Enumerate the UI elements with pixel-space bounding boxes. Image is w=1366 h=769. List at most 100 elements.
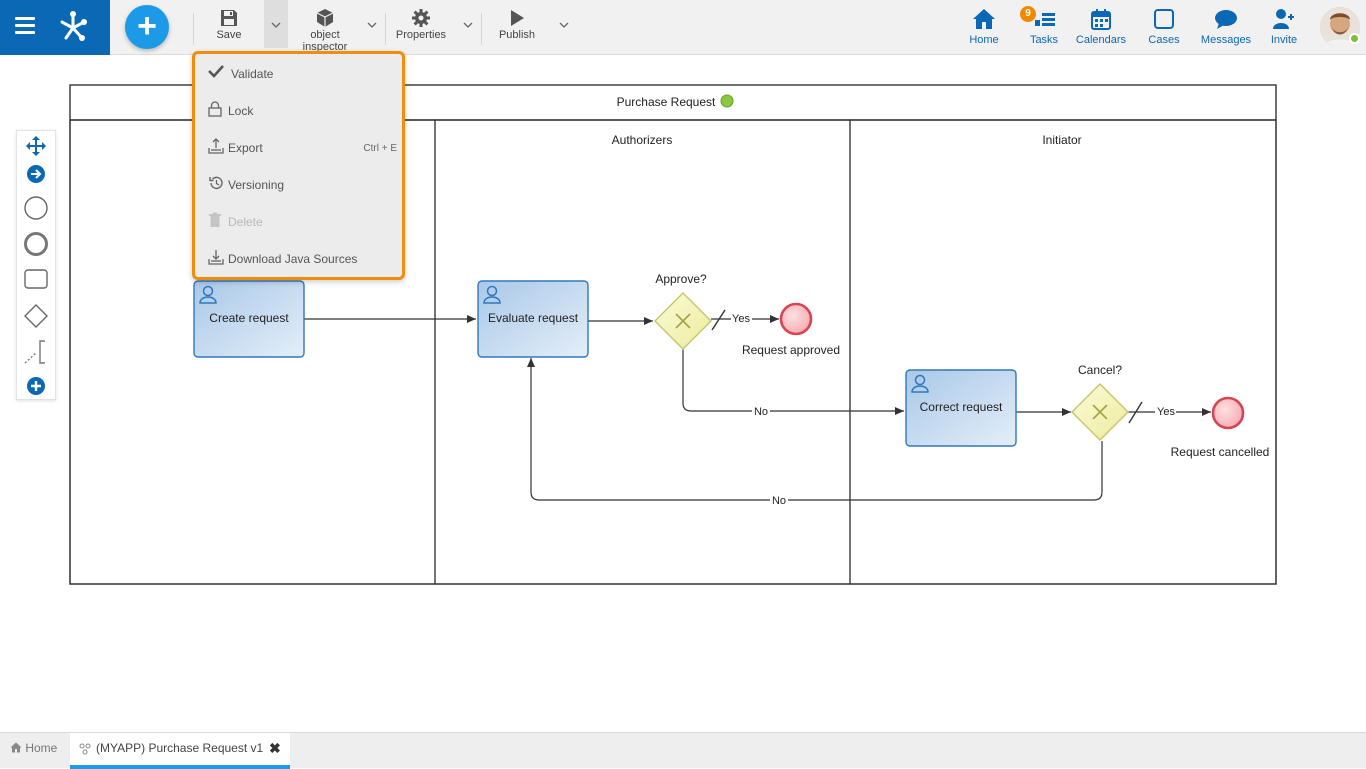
menu-item-download-java-sources[interactable]: Download Java Sources bbox=[205, 246, 397, 272]
tasks-count-badge: 9 bbox=[1020, 6, 1036, 22]
save-label: Save bbox=[216, 29, 242, 41]
properties-label: Properties bbox=[395, 29, 447, 41]
save-button[interactable]: Save bbox=[210, 8, 248, 41]
object-inspector-dropdown-toggle[interactable] bbox=[360, 0, 384, 48]
menu-item-label: Versioning bbox=[228, 178, 285, 192]
lane-initiator[interactable]: Initiator bbox=[849, 119, 1277, 585]
history-icon bbox=[209, 176, 223, 190]
add-user-icon bbox=[1273, 9, 1294, 29]
lock-icon bbox=[208, 101, 222, 117]
chevron-down-icon bbox=[271, 22, 281, 28]
close-tab-icon[interactable]: ✖ bbox=[269, 740, 281, 757]
tab-title: (MYAPP) Purchase Request v1 bbox=[96, 741, 264, 755]
nav-cases-label: Cases bbox=[1148, 34, 1180, 46]
nav-tasks[interactable]: 9 Tasks bbox=[1020, 6, 1064, 46]
menu-item-label: Validate bbox=[231, 67, 274, 81]
flow-no-label: No bbox=[754, 406, 768, 418]
document-tab-bar: Home (MYAPP) Purchase Request v1 ✖ bbox=[0, 732, 1366, 769]
menu-item-validate[interactable]: Validate bbox=[205, 61, 397, 87]
menu-item-label: Download Java Sources bbox=[228, 252, 358, 266]
task-correct-request[interactable]: Correct request bbox=[905, 369, 1017, 447]
nav-messages[interactable]: Messages bbox=[1198, 8, 1254, 46]
properties-dropdown-toggle[interactable] bbox=[456, 0, 480, 48]
toolbar-divider bbox=[193, 13, 194, 45]
publish-label: Publish bbox=[498, 29, 536, 41]
pool-title: Purchase Request bbox=[617, 95, 716, 109]
create-new-button[interactable]: + bbox=[125, 5, 169, 49]
brand-area bbox=[0, 0, 110, 55]
lane-authorizers-label: Authorizers bbox=[612, 133, 673, 147]
task-label: Create request bbox=[209, 311, 289, 325]
menu-item-label: Export bbox=[228, 141, 263, 155]
publish-dropdown-toggle[interactable] bbox=[552, 0, 576, 48]
menu-item-export[interactable]: Export Ctrl + E bbox=[205, 135, 397, 161]
top-toolbar: + Save object inspector Properties Publi bbox=[0, 0, 1366, 55]
export-icon bbox=[208, 138, 224, 154]
nav-calendars-label: Calendars bbox=[1075, 34, 1127, 46]
chevron-down-icon bbox=[367, 22, 377, 28]
object-inspector-label-line1: object bbox=[310, 29, 340, 41]
nav-tasks-label: Tasks bbox=[1029, 34, 1059, 46]
process-icon bbox=[79, 743, 91, 755]
trash-icon bbox=[209, 212, 221, 227]
tab-home[interactable]: Home bbox=[10, 741, 57, 755]
nav-invite[interactable]: Invite bbox=[1264, 8, 1304, 46]
home-icon bbox=[10, 742, 22, 753]
task-evaluate-request[interactable]: Evaluate request bbox=[477, 280, 589, 358]
task-label: Evaluate request bbox=[488, 311, 579, 325]
pool-status-dot bbox=[720, 94, 734, 108]
calendar-icon bbox=[1091, 9, 1111, 30]
cube-icon bbox=[316, 9, 334, 27]
hamburger-menu-icon[interactable] bbox=[15, 17, 35, 35]
online-status-dot bbox=[1349, 33, 1360, 44]
end-event-request-approved[interactable]: Request approved bbox=[742, 302, 840, 357]
tab-purchase-request[interactable]: (MYAPP) Purchase Request v1 ✖ bbox=[70, 733, 290, 769]
flow-approve-yes[interactable]: Yes bbox=[711, 309, 779, 331]
properties-button[interactable]: Properties bbox=[393, 8, 449, 41]
flow-approve-no[interactable]: No bbox=[682, 349, 904, 418]
task-create-request[interactable]: Create request bbox=[193, 280, 305, 358]
flow-cancel-yes[interactable]: Yes bbox=[1128, 401, 1211, 424]
lane-initiator-label: Initiator bbox=[1042, 133, 1081, 147]
nav-invite-label: Invite bbox=[1270, 34, 1298, 46]
flow-yes-label: Yes bbox=[732, 313, 750, 325]
menu-item-versioning[interactable]: Versioning bbox=[205, 172, 397, 198]
nav-cases[interactable]: Cases bbox=[1144, 8, 1184, 46]
gateway-label: Approve? bbox=[655, 272, 707, 286]
nav-home-label: Home bbox=[969, 34, 999, 46]
download-icon bbox=[208, 250, 224, 265]
cases-icon bbox=[1154, 9, 1174, 29]
home-icon bbox=[973, 9, 995, 29]
toolbar-divider bbox=[385, 13, 386, 45]
flow-yes-label: Yes bbox=[1157, 406, 1175, 418]
chevron-down-icon bbox=[463, 22, 473, 28]
toolbar-divider bbox=[481, 13, 482, 45]
menu-item-delete[interactable]: Delete bbox=[205, 209, 397, 235]
gear-icon bbox=[412, 9, 430, 27]
tab-home-label: Home bbox=[25, 741, 58, 755]
task-label: Correct request bbox=[920, 400, 1003, 414]
nav-messages-label: Messages bbox=[1200, 34, 1252, 46]
save-icon bbox=[221, 10, 237, 26]
publish-button[interactable]: Publish bbox=[493, 8, 541, 41]
menu-item-label: Lock bbox=[228, 104, 254, 118]
gateway-label: Cancel? bbox=[1078, 363, 1122, 377]
object-inspector-button[interactable]: object inspector bbox=[300, 8, 350, 53]
gateway-approve[interactable]: Approve? bbox=[654, 272, 712, 350]
menu-item-label: Delete bbox=[228, 215, 263, 229]
nav-calendars[interactable]: Calendars bbox=[1074, 8, 1128, 46]
flow-no-label: No bbox=[772, 495, 786, 507]
chevron-down-icon bbox=[559, 22, 569, 28]
event-label: Request cancelled bbox=[1171, 445, 1270, 459]
nav-home[interactable]: Home bbox=[964, 8, 1004, 46]
save-options-menu: Validate Lock Export Ctrl + E Versioning… bbox=[192, 51, 405, 280]
gateway-cancel[interactable]: Cancel? bbox=[1071, 363, 1129, 441]
app-logo-icon[interactable] bbox=[56, 10, 90, 42]
event-label: Request approved bbox=[742, 343, 840, 357]
play-icon bbox=[511, 10, 524, 26]
save-dropdown-toggle[interactable] bbox=[264, 0, 288, 48]
check-icon bbox=[208, 65, 224, 78]
end-event-request-cancelled[interactable]: Request cancelled bbox=[1171, 396, 1270, 459]
menu-item-lock[interactable]: Lock bbox=[205, 98, 397, 124]
chat-bubble-icon bbox=[1215, 10, 1237, 29]
